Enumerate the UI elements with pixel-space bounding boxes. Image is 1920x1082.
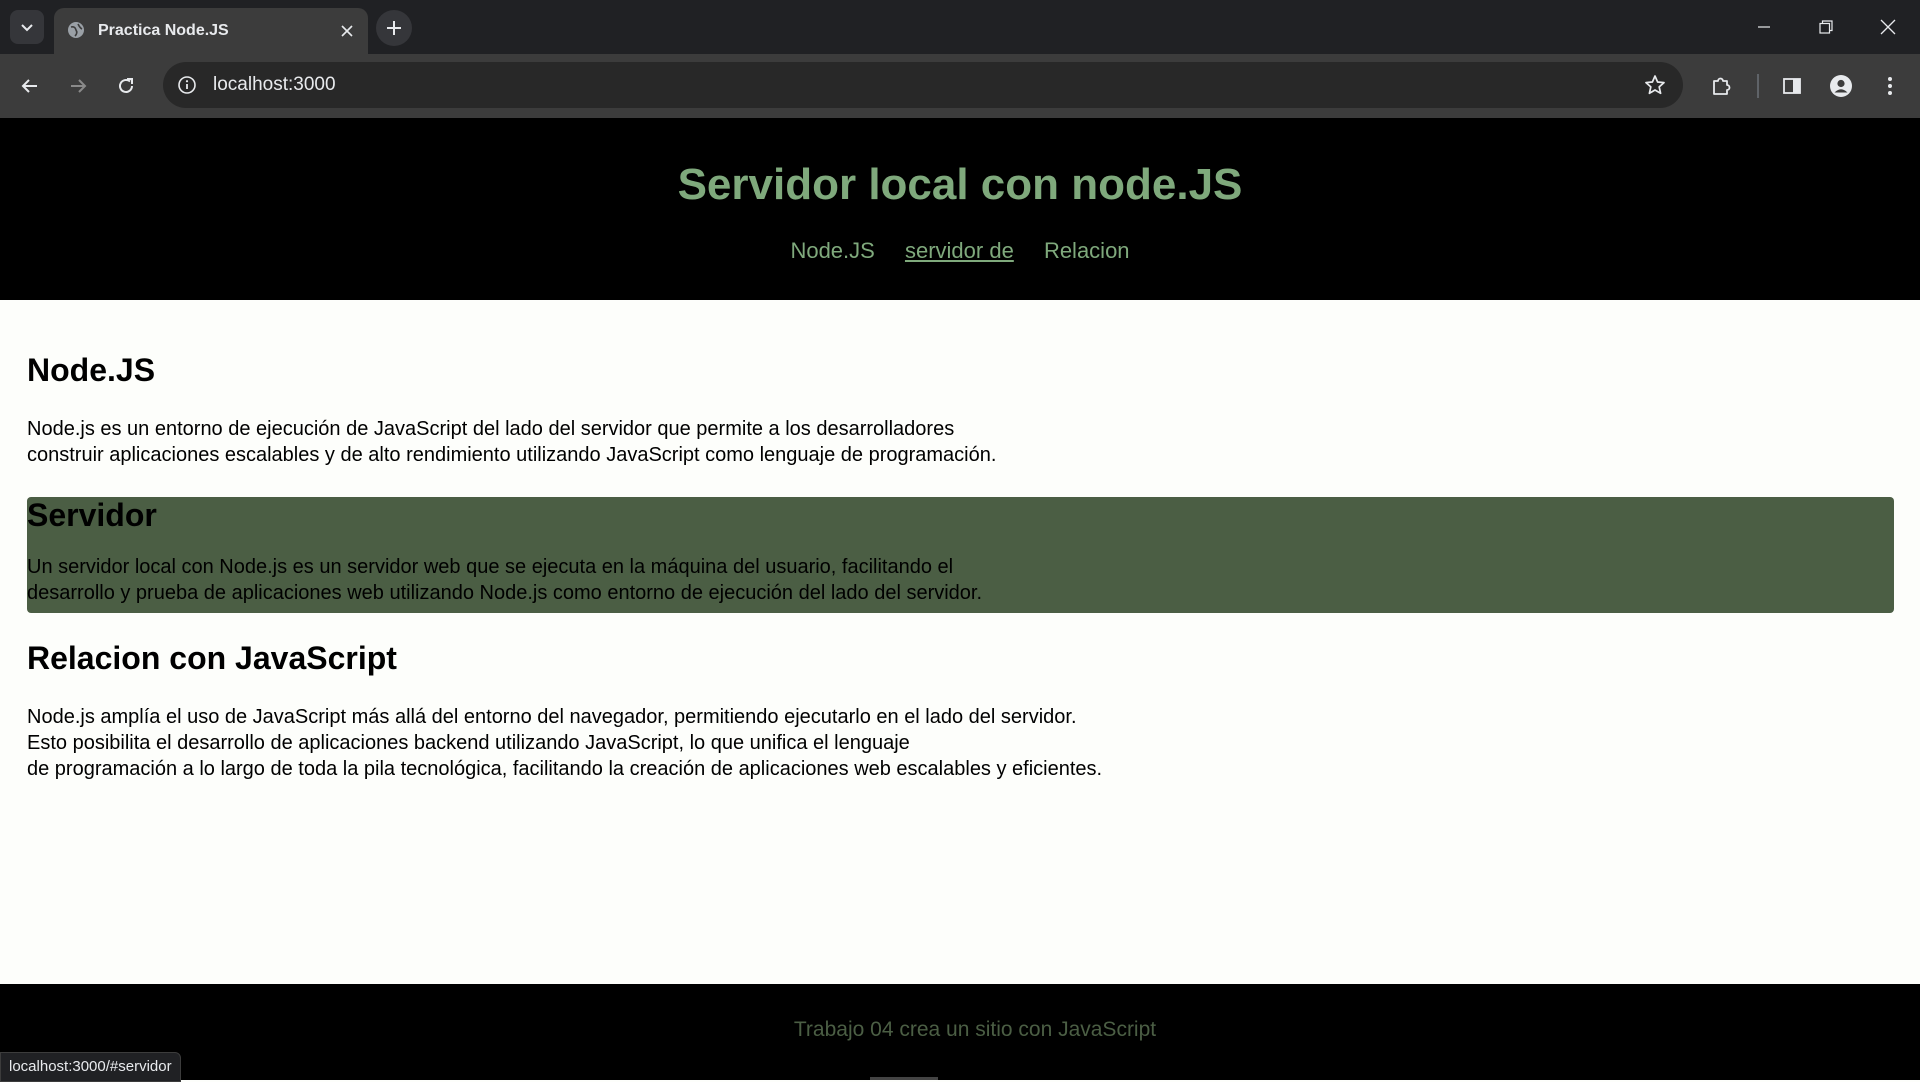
toolbar: localhost:3000 <box>0 54 1920 118</box>
back-arrow-icon <box>21 79 37 93</box>
site-footer: Trabajo 04 crea un sitio con JavaScript <box>0 984 1920 1080</box>
site-title: Servidor local con node.JS <box>677 160 1243 209</box>
forward-button[interactable] <box>60 68 96 104</box>
tab-search-button[interactable] <box>10 10 44 44</box>
minimize-icon <box>1758 26 1770 28</box>
restore-icon <box>1819 20 1833 34</box>
globe-icon <box>68 22 84 38</box>
extensions-button[interactable] <box>1703 68 1739 104</box>
section-text: Un servidor local con Node.js es un serv… <box>27 556 983 604</box>
side-panel-button[interactable] <box>1774 68 1810 104</box>
window-close-button[interactable] <box>1865 8 1911 46</box>
footer-text: Trabajo 04 crea un sitio con JavaScript <box>793 1018 1157 1041</box>
tab-active[interactable]: Practica Node.JS <box>54 8 368 54</box>
reload-button[interactable] <box>108 68 144 104</box>
site-info-button[interactable] <box>175 73 199 97</box>
bookmark-button[interactable] <box>1643 73 1667 97</box>
web-page: Servidor local con node.JS Node.JS servi… <box>0 118 1920 1080</box>
section-nodejs: Node.JS Node.js es un entorno de ejecuci… <box>27 352 1894 468</box>
site-info-icon <box>178 76 196 94</box>
nav-link-nodejs[interactable]: Node.JS <box>790 238 874 263</box>
section-servidor: Servidor Un servidor local con Node.js e… <box>27 497 1894 613</box>
side-panel-icon <box>1783 78 1801 94</box>
toolbar-divider <box>1757 74 1759 98</box>
menu-button[interactable] <box>1872 68 1908 104</box>
tab-strip: Practica Node.JS <box>0 0 1920 54</box>
new-tab-button[interactable] <box>376 10 412 46</box>
section-relacion: Relacion con JavaScript Node.js amplía e… <box>27 640 1894 782</box>
address-bar[interactable]: localhost:3000 <box>163 62 1683 108</box>
extensions-icon <box>1713 77 1731 95</box>
section-text: Node.js es un entorno de ejecución de Ja… <box>27 418 997 466</box>
forward-arrow-icon <box>71 79 87 93</box>
profile-icon <box>1830 75 1852 97</box>
nav-link-servidor[interactable]: servidor de <box>905 238 1014 263</box>
tab-close-button[interactable] <box>336 20 358 42</box>
section-heading: Servidor <box>27 497 157 533</box>
tab-list-icon <box>21 24 33 32</box>
plus-icon <box>387 21 401 35</box>
section-heading: Relacion con JavaScript <box>27 640 397 676</box>
menu-dots-icon <box>1888 77 1892 95</box>
browser-chrome: Practica Node.JS localhost:3000 <box>0 0 1920 118</box>
tab-title: Practica Node.JS <box>98 22 229 39</box>
window-close-icon <box>1880 19 1896 35</box>
minimize-button[interactable] <box>1741 8 1787 46</box>
section-heading: Node.JS <box>27 352 156 388</box>
close-icon <box>341 25 353 37</box>
profile-button[interactable] <box>1823 68 1859 104</box>
section-text: Node.js amplía el uso de JavaScript más … <box>27 706 1103 780</box>
restore-button[interactable] <box>1803 8 1849 46</box>
star-icon <box>1645 75 1665 95</box>
site-header: Servidor local con node.JS Node.JS servi… <box>0 118 1920 300</box>
nav-link-relacion[interactable]: Relacion <box>1044 238 1130 263</box>
site-nav: Node.JS servidor de Relacion <box>0 238 1920 264</box>
status-url-bubble: localhost:3000/#servidor <box>0 1052 181 1082</box>
reload-icon <box>119 78 133 93</box>
url-text[interactable]: localhost:3000 <box>213 74 336 96</box>
back-button[interactable] <box>12 68 48 104</box>
